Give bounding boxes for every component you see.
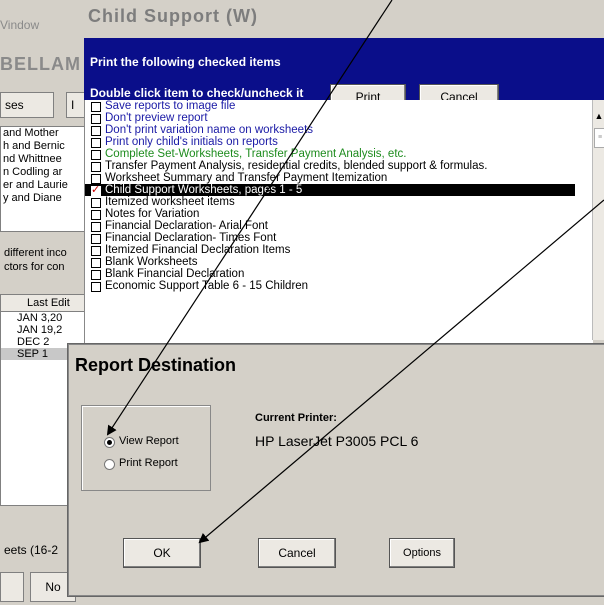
report-item[interactable]: Economic Support Table 6 - 15 Children	[85, 280, 593, 292]
report-item[interactable]: Itemized Financial Declaration Items	[85, 244, 593, 256]
report-item[interactable]: Blank Worksheets	[85, 256, 593, 268]
header-instruction: Print the following checked items	[90, 55, 281, 69]
bottom-button[interactable]	[0, 572, 24, 602]
report-item[interactable]: Transfer Payment Analysis, residential c…	[85, 160, 593, 172]
checkbox-icon[interactable]	[91, 234, 101, 244]
checkbox-icon[interactable]	[91, 102, 101, 112]
report-item-label: Child Support Worksheets, pages 1 - 5	[105, 184, 303, 196]
menu-window[interactable]: Vindow	[0, 18, 39, 32]
print-report-label[interactable]: Print Report	[119, 457, 178, 469]
checkbox-icon[interactable]	[91, 270, 101, 280]
checkbox-icon[interactable]	[91, 138, 101, 148]
case-title: BELLAM	[0, 54, 81, 74]
report-item-label: Itemized Financial Declaration Items	[105, 244, 291, 256]
child-support-dialog: Child Support (W) Print the following ch…	[84, 0, 604, 360]
header-hint: Double click item to check/uncheck it	[90, 86, 304, 100]
report-item[interactable]: ✓ Child Support Worksheets, pages 1 - 5	[85, 184, 575, 196]
report-item[interactable]: Financial Declaration- Arial Font	[85, 220, 593, 232]
report-item-label: Financial Declaration- Times Font	[105, 232, 277, 244]
options-button[interactable]: Options	[389, 538, 455, 568]
table-header-last-edit[interactable]: Last Edit	[1, 295, 85, 312]
report-item[interactable]: Itemized worksheet items	[85, 196, 593, 208]
report-item[interactable]: Don't preview report	[85, 112, 593, 124]
sheets-label: eets (16-2	[4, 543, 59, 557]
printer-name: HP LaserJet P3005 PCL 6	[255, 433, 419, 449]
report-item[interactable]: Don't print variation name on worksheets	[85, 124, 593, 136]
report-item-list[interactable]: Save reports to image file Don't preview …	[84, 100, 593, 360]
dialog-title: Child Support (W)	[88, 6, 258, 26]
view-report-label[interactable]: View Report	[119, 435, 179, 447]
checkbox-icon[interactable]	[91, 198, 101, 208]
checkbox-icon[interactable]	[91, 150, 101, 160]
info-line-2: ctors for con	[4, 261, 65, 273]
report-item[interactable]: Blank Financial Declaration	[85, 268, 593, 280]
print-report-radio[interactable]	[104, 459, 115, 470]
report-item-label: Transfer Payment Analysis, residential c…	[105, 160, 488, 172]
report-destination-dialog: Report Destination View Report Print Rep…	[68, 344, 604, 596]
list-item[interactable]: and Mother	[1, 127, 85, 140]
checkbox-icon[interactable]	[91, 126, 101, 136]
case-list[interactable]: and Mother h and Bernic nd Whittnee n Co…	[0, 126, 86, 232]
report-item[interactable]: Worksheet Summary and Transfer Payment I…	[85, 172, 593, 184]
dialog-header: Print the following checked items Double…	[84, 38, 604, 110]
cancel-button[interactable]: Cancel	[258, 538, 336, 568]
report-item-label: Don't preview report	[105, 112, 208, 124]
view-report-radio[interactable]	[104, 437, 115, 448]
info-line-1: different inco	[4, 247, 67, 259]
checkbox-icon[interactable]	[91, 210, 101, 220]
checkbox-icon[interactable]	[91, 222, 101, 232]
report-item-label: Print only child's initials on reports	[105, 136, 278, 148]
checkmark-icon: ✓	[91, 184, 101, 196]
checkbox-icon[interactable]	[91, 174, 101, 184]
report-item-label: Notes for Variation	[105, 208, 200, 220]
table-row[interactable]: JAN 3,20	[1, 312, 85, 324]
table-row[interactable]: JAN 19,2	[1, 324, 85, 336]
report-item-label: Blank Worksheets	[105, 256, 198, 268]
checkbox-icon[interactable]	[91, 246, 101, 256]
report-item[interactable]: Save reports to image file	[85, 100, 593, 112]
report-item-label: Don't print variation name on worksheets	[105, 124, 314, 136]
report-item-label: Itemized worksheet items	[105, 196, 235, 208]
report-item-label: Blank Financial Declaration	[105, 268, 245, 280]
report-item-label: Economic Support Table 6 - 15 Children	[105, 280, 309, 292]
scroll-thumb[interactable]: ≡	[594, 128, 604, 148]
report-item[interactable]: Notes for Variation	[85, 208, 593, 220]
checkbox-icon[interactable]	[91, 258, 101, 268]
ok-button[interactable]: OK	[123, 538, 201, 568]
report-item-label: Financial Declaration- Arial Font	[105, 220, 268, 232]
dialog-title: Report Destination	[75, 355, 237, 375]
scrollbar[interactable]: ▲ ≡	[592, 100, 604, 340]
tab-cases[interactable]: ses	[0, 92, 54, 118]
report-item-label: Worksheet Summary and Transfer Payment I…	[105, 172, 388, 184]
list-item[interactable]: er and Laurie	[1, 179, 85, 192]
current-printer-label: Current Printer:	[255, 412, 337, 424]
list-item[interactable]: h and Bernic	[1, 140, 85, 153]
report-item[interactable]: Financial Declaration- Times Font	[85, 232, 593, 244]
destination-radio-group: View Report Print Report	[81, 405, 211, 491]
scroll-up-icon[interactable]: ▲	[593, 110, 604, 122]
info-text: different inco ctors for con	[4, 246, 67, 274]
report-item[interactable]: Complete Set-Worksheets, Transfer Paymen…	[85, 148, 593, 160]
report-item-label: Complete Set-Worksheets, Transfer Paymen…	[105, 148, 407, 160]
checkbox-icon[interactable]	[91, 114, 101, 124]
report-item-label: Save reports to image file	[105, 100, 236, 112]
checkbox-icon[interactable]	[91, 162, 101, 172]
list-item[interactable]: nd Whittnee	[1, 153, 85, 166]
list-item[interactable]: n Codling ar	[1, 166, 85, 179]
checkbox-icon[interactable]	[91, 282, 101, 292]
report-item[interactable]: Print only child's initials on reports	[85, 136, 593, 148]
list-item[interactable]: y and Diane	[1, 192, 85, 205]
tab-row: ses I	[0, 92, 94, 118]
